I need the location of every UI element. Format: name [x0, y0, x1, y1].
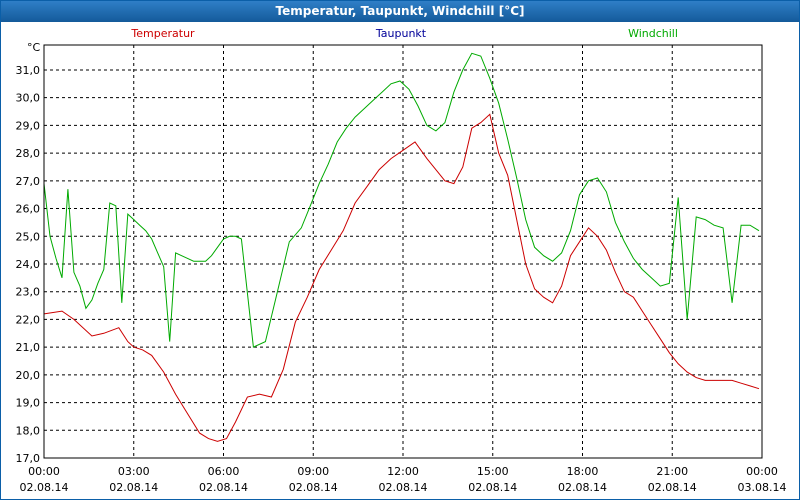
y-tick-label: 23,0	[16, 286, 41, 299]
x-tick-time: 00:00	[746, 465, 778, 478]
x-tick-time: 09:00	[297, 465, 329, 478]
x-tick-time: 21:00	[656, 465, 688, 478]
y-tick-label: 21,0	[16, 341, 41, 354]
x-tick-time: 12:00	[387, 465, 419, 478]
y-tick-label: 24,0	[16, 258, 41, 271]
series-lines	[43, 52, 760, 442]
y-tick-label: 25,0	[16, 230, 41, 243]
y-axis: 17,0 18,0 19,0 20,0 21,0 22,0 23,0 24,0 25,0 26,0…	[16, 64, 41, 465]
x-tick-time: 18:00	[567, 465, 599, 478]
grid-lines	[44, 45, 762, 459]
x-tick-time: 15:00	[477, 465, 509, 478]
y-tick-label: 26,0	[16, 203, 41, 216]
y-tick-label: 28,0	[16, 147, 41, 160]
legend-item-temperatur: Temperatur	[130, 27, 195, 40]
x-tick-date: 02.08.14	[289, 481, 338, 494]
x-tick-date: 02.08.14	[468, 481, 517, 494]
x-tick-date: 02.08.14	[648, 481, 697, 494]
window-title: Temperatur, Taupunkt, Windchill [°C]	[1, 1, 799, 22]
y-tick-label: 20,0	[16, 369, 41, 382]
legend-item-windchill: Windchill	[628, 27, 678, 40]
y-tick-label: 27,0	[16, 175, 41, 188]
y-tick-label: 30,0	[16, 92, 41, 105]
x-tick-date: 02.08.14	[20, 481, 69, 494]
x-tick-date: 02.08.14	[379, 481, 428, 494]
chart-canvas: 17,0 18,0 19,0 20,0 21,0 22,0 23,0 24,0 25,0 26,0…	[16, 27, 787, 494]
y-tick-label: 29,0	[16, 119, 41, 132]
y-axis-unit: °C	[27, 41, 41, 54]
y-tick-label: 19,0	[16, 397, 41, 410]
x-axis: 00:00 02.08.14 03:00 02.08.14 06:00 02.08.14 0…	[20, 465, 787, 494]
x-tick-time: 03:00	[118, 465, 150, 478]
chart-window: Temperatur, Taupunkt, Windchill [°C] 17,…	[0, 0, 800, 500]
y-tick-label: 22,0	[16, 313, 41, 326]
legend-item-taupunkt: Taupunkt	[375, 27, 427, 40]
legend: Temperatur Taupunkt Windchill	[130, 27, 678, 40]
y-tick-label: 17,0	[16, 452, 41, 465]
y-tick-label: 31,0	[16, 64, 41, 77]
x-tick-date: 02.08.14	[558, 481, 607, 494]
x-tick-time: 06:00	[208, 465, 240, 478]
x-tick-date: 02.08.14	[109, 481, 158, 494]
x-tick-time: 00:00	[28, 465, 60, 478]
y-tick-label: 18,0	[16, 424, 41, 437]
x-tick-date: 02.08.14	[199, 481, 248, 494]
x-tick-date: 03.08.14	[738, 481, 787, 494]
